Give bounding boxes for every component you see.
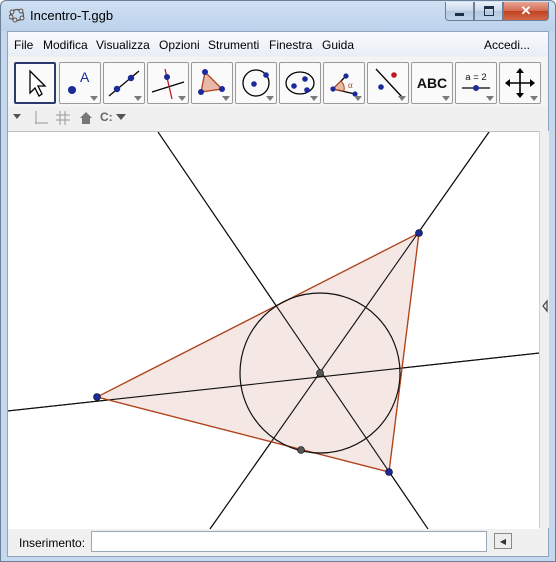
reflect-tool-button[interactable] [367,62,409,104]
client-area: File Modifica Visualizza Opzioni Strumen… [7,31,549,557]
maximize-button[interactable] [474,2,503,21]
tool-menu-triangle [178,96,186,101]
axes-icon[interactable] [33,110,49,126]
tool-menu-triangle [442,96,450,101]
input-field[interactable] [91,531,487,552]
angle-tool-button[interactable]: α [323,62,365,104]
menu-file[interactable]: File [14,38,33,52]
tool-menu-triangle [222,96,230,101]
title-bar[interactable]: Incentro-T.ggb ✕ [1,1,555,29]
arrow-cursor-icon [29,69,47,97]
incenter-point[interactable] [316,369,324,377]
minimize-icon [455,12,464,16]
menu-opzioni[interactable]: Opzioni [159,38,200,52]
tool-menu-triangle [486,96,494,101]
geometry-drawing [8,132,539,529]
angle-tool-label: α [348,80,353,90]
point-capture-icon[interactable]: C: [100,110,127,124]
tool-menu-triangle [134,96,142,101]
menu-finestra[interactable]: Finestra [269,38,312,52]
home-icon[interactable] [78,110,94,126]
minimize-button[interactable] [445,2,474,21]
input-label: Inserimento: [19,536,86,550]
move-view-tool-button[interactable] [499,62,541,104]
tool-menu-triangle [398,96,406,101]
circle-tool-button[interactable] [235,62,277,104]
tool-menu-triangle [266,96,274,101]
triangle[interactable] [95,231,420,473]
point-tool-label: A [80,69,90,85]
window-controls: ✕ [445,2,549,21]
slider-tool-button[interactable]: a = 2 [455,62,497,104]
geogebra-icon [9,8,25,23]
menu-bar: File Modifica Visualizza Opzioni Strumen… [8,32,548,56]
vertex-point-top[interactable] [415,229,423,237]
menu-modifica[interactable]: Modifica [43,38,88,52]
move-tool-button[interactable] [14,62,56,104]
polygon-tool-button[interactable] [191,62,233,104]
input-help-button[interactable]: ◀ [494,533,512,549]
tool-menu-triangle [530,96,538,101]
maximize-icon [483,6,494,16]
menu-accedi[interactable]: Accedi... [484,38,530,52]
point-capture-label: C: [100,110,113,124]
side-panel-strip [539,131,549,528]
graphics-view[interactable] [8,131,539,530]
perpendicular-tool-button[interactable] [147,62,189,104]
grid-icon[interactable] [55,110,71,126]
window-title: Incentro-T.ggb [30,8,114,23]
slider-tool-label: a = 2 [465,72,486,83]
point-tool-button[interactable]: A [59,62,101,104]
style-bar: C: [8,108,548,128]
chevron-down-icon [115,114,126,120]
vertex-point-bottom[interactable] [385,468,393,476]
tool-menu-triangle [90,96,98,101]
application-window: Incentro-T.ggb ✕ File Modifica Visualizz… [0,0,556,562]
menu-visualizza[interactable]: Visualizza [96,38,150,52]
menu-guida[interactable]: Guida [322,38,354,52]
tangent-point[interactable] [297,446,305,454]
tool-menu-triangle [354,96,362,101]
line-tool-button[interactable] [103,62,145,104]
tool-menu-triangle [310,96,318,101]
expand-panel-icon[interactable] [541,299,549,313]
input-bar: Inserimento: ◀ [8,529,548,556]
toolbar: A α ABC a = 2 [8,57,548,107]
close-button[interactable]: ✕ [503,2,549,21]
text-tool-label: ABC [417,75,447,91]
close-icon: ✕ [520,3,532,18]
menu-strumenti[interactable]: Strumenti [208,38,259,52]
conic-tool-button[interactable] [279,62,321,104]
stylebar-toggle-icon[interactable] [12,113,22,121]
text-tool-button[interactable]: ABC [411,62,453,104]
vertex-point-left[interactable] [93,393,101,401]
input-help-icon: ◀ [499,536,507,546]
